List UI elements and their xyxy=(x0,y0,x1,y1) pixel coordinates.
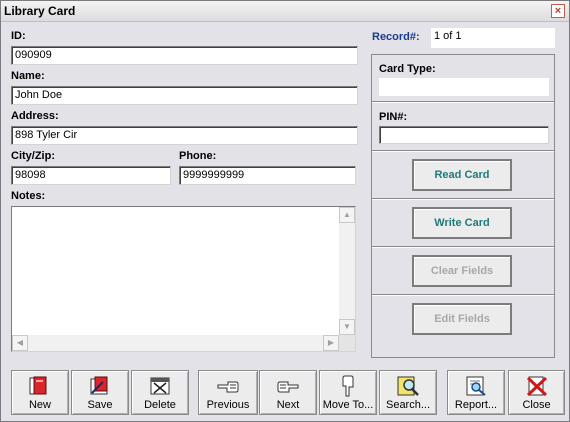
delete-icon xyxy=(150,377,170,395)
next-label: Next xyxy=(276,399,300,411)
cityzip-label: City/Zip: xyxy=(11,150,55,162)
name-field[interactable]: John Doe xyxy=(11,86,358,105)
scroll-left-icon[interactable]: ◀ xyxy=(12,335,28,351)
write-card-button[interactable]: Write Card xyxy=(412,207,512,239)
title-bar: Library Card × xyxy=(1,1,569,22)
card-type-label: Card Type: xyxy=(379,63,436,75)
card-panel: Card Type: PIN#: Read Card Write Card Cl… xyxy=(371,54,555,358)
new-record-icon xyxy=(29,376,47,395)
notes-label: Notes: xyxy=(11,190,46,202)
library-card-window: Library Card × ID: 090909 Name: John Doe… xyxy=(0,0,570,422)
card-type-field[interactable] xyxy=(379,78,549,96)
next-button[interactable]: Next xyxy=(259,370,317,415)
save-button[interactable]: Save xyxy=(71,370,129,415)
close-label: Close xyxy=(522,399,551,411)
save-icon xyxy=(90,376,108,395)
notes-vertical-scrollbar[interactable]: ▲ ▼ xyxy=(339,207,355,335)
previous-button[interactable]: Previous xyxy=(198,370,258,415)
notes-textarea[interactable]: ▲ ▼ ◀ ▶ xyxy=(11,206,356,352)
delete-button[interactable]: Delete xyxy=(131,370,189,415)
search-label: Search... xyxy=(385,399,431,411)
new-button[interactable]: New xyxy=(11,370,69,415)
notes-horizontal-scrollbar[interactable]: ◀ ▶ xyxy=(12,335,339,351)
close-icon[interactable]: × xyxy=(551,4,565,18)
report-button[interactable]: Report... xyxy=(447,370,505,415)
name-label: Name: xyxy=(11,70,45,82)
id-field[interactable]: 090909 xyxy=(11,46,358,65)
window-title: Library Card xyxy=(4,4,76,18)
address-field[interactable]: 898 Tyler Cir xyxy=(11,126,358,145)
panel-divider xyxy=(372,101,554,103)
phone-label: Phone: xyxy=(179,150,217,162)
new-label: New xyxy=(28,399,51,411)
hand-down-icon xyxy=(342,375,354,397)
scroll-corner xyxy=(339,335,355,351)
record-value: 1 of 1 xyxy=(431,28,555,48)
close-button[interactable]: Close xyxy=(508,370,565,415)
scroll-up-icon[interactable]: ▲ xyxy=(339,207,355,223)
id-label: ID: xyxy=(11,30,26,42)
phone-field[interactable]: 9999999999 xyxy=(179,166,356,185)
move-to-label: Move To... xyxy=(322,399,374,411)
hand-right-icon xyxy=(277,381,299,393)
cityzip-field[interactable]: 98098 xyxy=(11,166,171,185)
previous-label: Previous xyxy=(206,399,250,411)
panel-divider xyxy=(372,150,554,152)
red-x-icon xyxy=(526,376,547,397)
delete-label: Delete xyxy=(144,399,176,411)
address-label: Address: xyxy=(11,110,59,122)
clear-fields-button[interactable]: Clear Fields xyxy=(412,255,512,287)
magnifier-icon xyxy=(397,376,419,396)
panel-divider xyxy=(372,246,554,248)
read-card-button[interactable]: Read Card xyxy=(412,159,512,191)
panel-divider xyxy=(372,294,554,296)
report-icon xyxy=(466,376,486,396)
report-label: Report... xyxy=(454,399,498,411)
pin-field[interactable] xyxy=(379,126,549,144)
record-label: Record#: xyxy=(372,31,420,43)
record-toolbar: New Save Delete Previous Next Move To...… xyxy=(11,370,567,415)
edit-fields-button[interactable]: Edit Fields xyxy=(412,303,512,335)
pin-label: PIN#: xyxy=(379,111,408,123)
hand-left-icon xyxy=(217,381,239,393)
move-to-button[interactable]: Move To... xyxy=(319,370,377,415)
save-label: Save xyxy=(87,399,113,411)
scroll-down-icon[interactable]: ▼ xyxy=(339,319,355,335)
scroll-right-icon[interactable]: ▶ xyxy=(323,335,339,351)
search-button[interactable]: Search... xyxy=(379,370,437,415)
panel-divider xyxy=(372,198,554,200)
